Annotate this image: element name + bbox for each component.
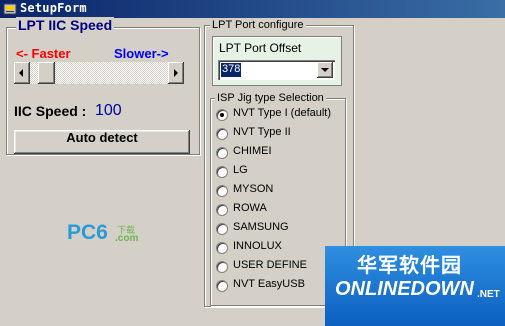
jig-option-label: NVT EasyUSB [233, 278, 305, 290]
onlinedown-watermark: 华军软件园 ONLINEDOWN .NET [325, 246, 505, 326]
radio-button-icon[interactable] [216, 166, 228, 178]
slider-left-button[interactable] [14, 62, 30, 84]
auto-detect-button[interactable]: Auto detect [14, 130, 190, 154]
jig-option-label: CHIMEI [233, 145, 272, 157]
slider-thumb[interactable] [37, 62, 55, 84]
radio-button-icon[interactable] [216, 147, 228, 159]
slider-right-button[interactable] [168, 62, 184, 84]
port-group-title: LPT Port configure [210, 19, 306, 31]
iic-speed-value: 100 [95, 102, 122, 119]
title-bar: SetupForm [0, 0, 505, 18]
app-icon [3, 3, 17, 15]
radio-button-icon[interactable] [216, 261, 228, 273]
arrow-left-icon [19, 69, 23, 77]
port-offset-label: LPT Port Offset [219, 41, 302, 55]
dropdown-button[interactable] [317, 62, 333, 78]
jig-option-label: MYSON [233, 183, 274, 195]
onlinedown-cn-text: 华军软件园 [357, 253, 462, 277]
speed-group-title: LPT IIC Speed [16, 17, 115, 33]
arrow-right-icon [174, 69, 178, 77]
client-area: LPT IIC Speed <- Faster Slower-> IIC Spe… [0, 17, 505, 326]
pc6-com-text: .com [115, 233, 139, 244]
jig-option-label: SAMSUNG [233, 221, 289, 233]
slower-label: Slower-> [114, 46, 169, 61]
onlinedown-en-text: ONLINEDOWN [335, 278, 474, 300]
radio-button-icon[interactable] [216, 109, 228, 121]
chevron-down-icon [321, 68, 329, 72]
port-offset-select[interactable]: 378 [218, 60, 335, 80]
pc6-text: PC6 [67, 221, 108, 244]
jig-option-label: NVT Type I (default) [233, 107, 332, 119]
window-title: SetupForm [20, 1, 87, 15]
radio-button-icon[interactable] [216, 223, 228, 235]
speed-group: LPT IIC Speed <- Faster Slower-> IIC Spe… [6, 17, 200, 155]
pc6-watermark: PC6 [67, 221, 108, 245]
onlinedown-net-text: .NET [477, 289, 500, 300]
jig-option-label: LG [233, 164, 248, 176]
radio-button-icon[interactable] [216, 185, 228, 197]
radio-button-icon[interactable] [216, 128, 228, 140]
jig-option-label: INNOLUX [233, 240, 282, 252]
radio-button-icon[interactable] [216, 280, 228, 292]
jig-option-label: ROWA [233, 202, 267, 214]
radio-button-icon[interactable] [216, 242, 228, 254]
faster-label: <- Faster [16, 46, 71, 61]
jig-option-label: NVT Type II [233, 126, 291, 138]
speed-slider[interactable] [14, 62, 184, 84]
port-offset-value: 378 [221, 63, 242, 77]
jig-group-title: ISP Jig type Selection [215, 92, 326, 104]
jig-option-label: USER DEFINE [233, 259, 307, 271]
iic-speed-label: IIC Speed : [14, 103, 87, 119]
radio-button-icon[interactable] [216, 204, 228, 216]
port-offset-panel: LPT Port Offset 378 [212, 36, 342, 86]
